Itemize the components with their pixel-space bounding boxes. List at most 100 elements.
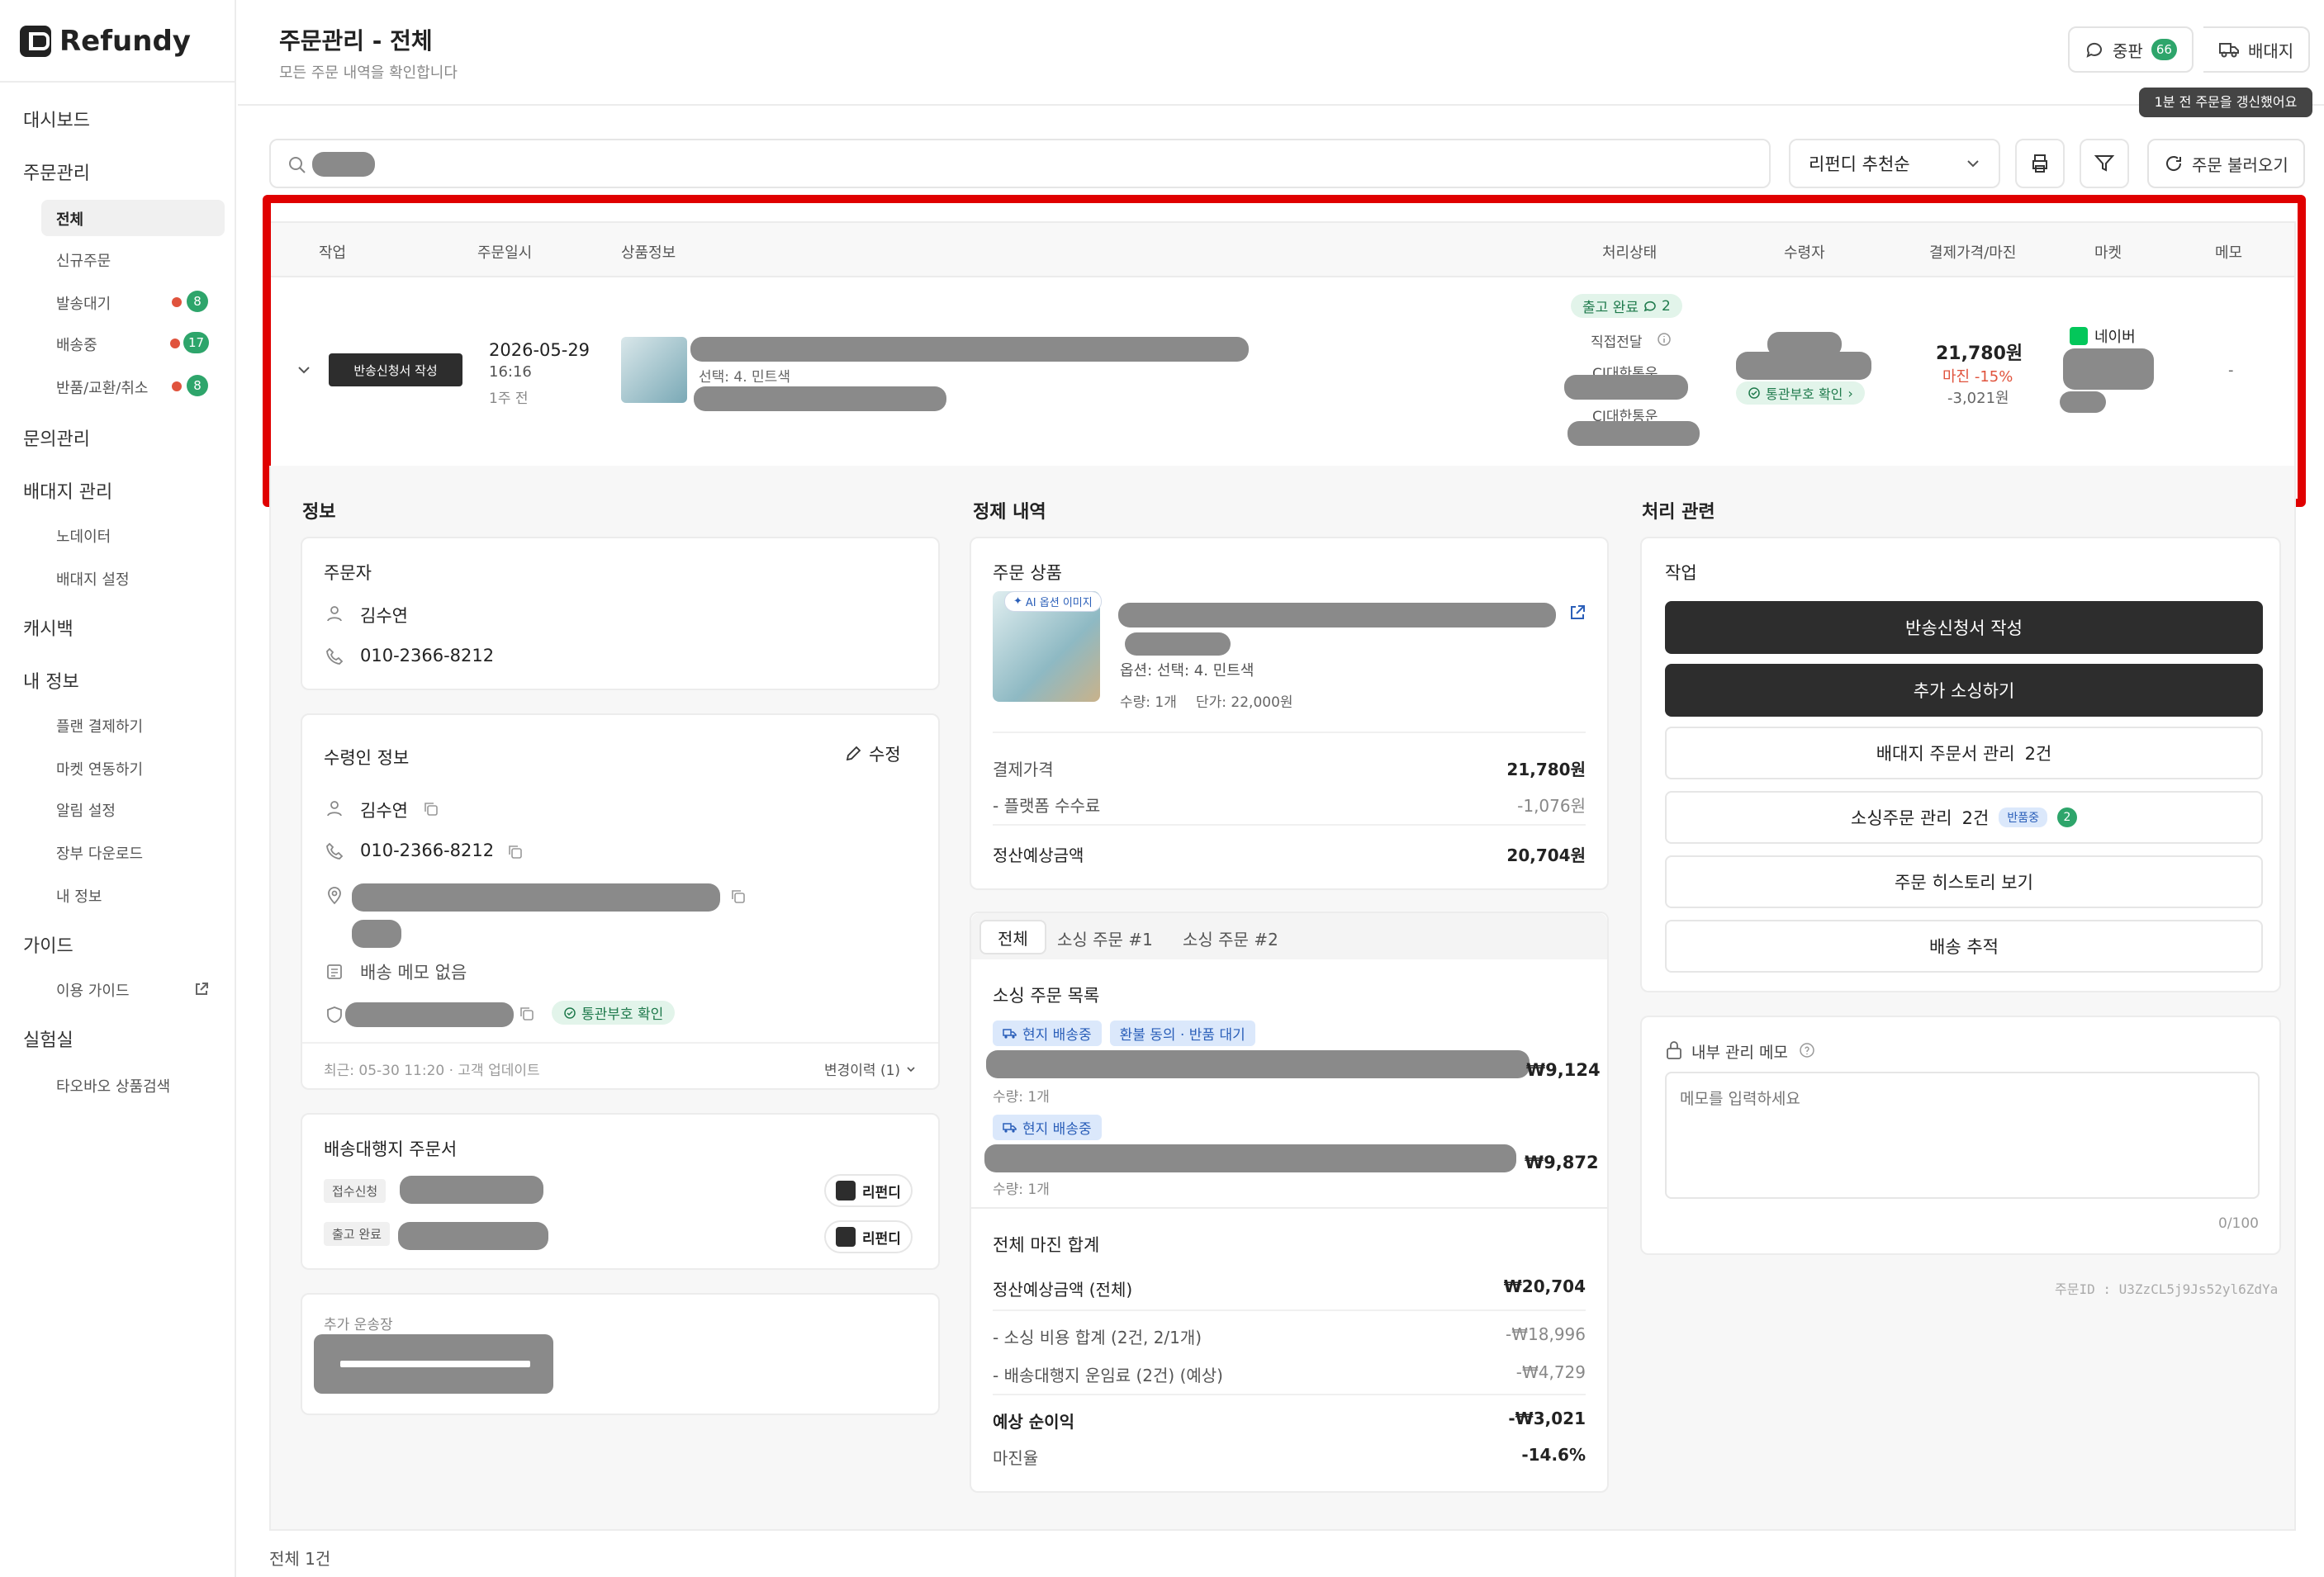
load-orders-button[interactable]: 주문 불러오기 xyxy=(2147,139,2305,188)
refundy-logo-icon xyxy=(20,26,51,57)
forwarder-link-button[interactable]: 리펀디 xyxy=(824,1174,913,1207)
chat-button[interactable]: 중판 66 xyxy=(2068,26,2194,73)
forwarder-manage-label: 배대지 주문서 관리 xyxy=(1876,744,2015,764)
search-input[interactable] xyxy=(269,139,1771,188)
edit-label: 수정 xyxy=(869,745,901,765)
alert-dot xyxy=(172,381,182,391)
shield-icon xyxy=(327,1006,342,1023)
help-icon[interactable] xyxy=(1799,1042,1815,1058)
customs-check-badge[interactable]: 통관부호 확인 xyxy=(552,1001,676,1025)
product-card: 주문 상품 ✦ AI 옵션 이미지 옵션: 선택: 4. 민트색 수량: 1개 단… xyxy=(970,537,1609,890)
sidebar-item-taobao-search[interactable]: 타오바오 상품검색 xyxy=(56,1075,170,1096)
margin-row-value: -₩4,729 xyxy=(1515,1362,1586,1382)
sourcing-manage-button[interactable]: 소싱주문 관리 2건 반품중 2 xyxy=(1665,791,2263,844)
forwarder-orders-title: 배송대행지 주문서 xyxy=(324,1139,458,1159)
memo-counter: 0/100 xyxy=(2218,1215,2259,1232)
sort-select-value: 리펀디 추천순 xyxy=(1809,154,1910,174)
copy-icon[interactable] xyxy=(423,801,439,817)
paid-label: 결제가격 xyxy=(993,760,1054,779)
copy-icon[interactable] xyxy=(519,1006,535,1022)
page-header: 주문관리 - 전체 모든 주문 내역을 확인합니다 중판 66 배대지 xyxy=(238,0,2324,106)
refundy-logo-icon xyxy=(836,1227,856,1247)
section-title-actions: 처리 관련 xyxy=(1642,502,1715,523)
recipient-phone: 010-2366-8212 xyxy=(360,841,495,860)
sidebar-item-dashboard[interactable]: 대시보드 xyxy=(23,106,90,132)
sidebar-item-new-orders[interactable]: 신규주문 xyxy=(56,249,111,271)
tracking-button[interactable]: 배송 추적 xyxy=(1665,920,2263,973)
sidebar-item-inquiries[interactable]: 문의관리 xyxy=(23,424,90,451)
count-badge: 17 xyxy=(183,332,210,353)
edit-recipient-button[interactable]: 수정 xyxy=(844,741,901,766)
forwarder-button[interactable]: 배대지 xyxy=(2203,26,2311,73)
sidebar-item-usage-guide[interactable]: 이용 가이드 xyxy=(56,979,130,1001)
refund-tag: 환불 동의 · 반품 대기 xyxy=(1109,1021,1255,1046)
sidebar-item-forwarder-settings[interactable]: 배대지 설정 xyxy=(56,568,130,590)
sourcing-card: 전체 소싱 주문 #1 소싱 주문 #2 소싱 주문 목록 현지 배송중 환불 … xyxy=(970,912,1609,1493)
tab-sourcing-1[interactable]: 소싱 주문 #1 xyxy=(1057,926,1153,950)
tab-all[interactable]: 전체 xyxy=(979,920,1046,954)
margin-row: - 배송대행지 운임료 (2건) (예상) -₩4,729 xyxy=(993,1362,1586,1386)
sidebar-item-returns[interactable]: 반품/교환/취소 xyxy=(56,376,149,398)
forwarder-link-button[interactable]: 리펀디 xyxy=(824,1220,913,1253)
margin-row: 정산예상금액 (전체) ₩20,704 xyxy=(993,1276,1586,1300)
sidebar-item-nodata[interactable]: 노데이터 xyxy=(56,525,111,547)
sourcing-item-price: ₩9,124 xyxy=(1526,1060,1601,1080)
sidebar-item-profile[interactable]: 내 정보 xyxy=(56,885,102,907)
orderer-title: 주문자 xyxy=(324,563,372,583)
sidebar-item-ledger[interactable]: 장부 다운로드 xyxy=(56,842,143,864)
count-badge: 8 xyxy=(187,291,208,312)
recipient-name: 김수연 xyxy=(360,801,408,821)
external-link-icon[interactable] xyxy=(1568,603,1587,623)
paid-price-row: 결제가격 21,780원 xyxy=(993,756,1586,780)
copy-icon[interactable] xyxy=(507,844,524,860)
chat-label: 중판 xyxy=(2113,40,2143,61)
status-tag: 현지 배송중 xyxy=(993,1115,1102,1140)
product-unit-price: 단가: 22,000원 xyxy=(1196,694,1293,711)
copy-icon[interactable] xyxy=(730,888,747,905)
add-sourcing-button[interactable]: 추가 소싱하기 xyxy=(1665,664,2263,717)
margin-row-value: -₩18,996 xyxy=(1506,1324,1586,1344)
expected-label: 정산예상금액 xyxy=(993,845,1084,865)
sidebar-item-my-info[interactable]: 내 정보 xyxy=(23,667,79,694)
print-button[interactable] xyxy=(2015,139,2065,188)
sidebar-item-forwarder[interactable]: 배대지 관리 xyxy=(23,477,112,504)
sidebar-item-cashback[interactable]: 캐시백 xyxy=(23,614,74,641)
sidebar-item-market-link[interactable]: 마켓 연동하기 xyxy=(56,758,143,779)
sidebar-item-notifications[interactable]: 알림 설정 xyxy=(56,799,116,821)
tab-sourcing-2[interactable]: 소싱 주문 #2 xyxy=(1183,926,1278,950)
external-link-icon xyxy=(196,983,208,995)
return-form-button[interactable]: 반송신청서 작성 xyxy=(1665,601,2263,654)
returning-badge: 반품중 xyxy=(1999,807,2047,827)
sidebar-item-awaiting-shipment[interactable]: 발송대기 xyxy=(56,292,111,314)
sidebar-item-orders[interactable]: 주문관리 xyxy=(23,159,90,185)
sort-select[interactable]: 리펀디 추천순 xyxy=(1789,139,2000,188)
sourcing-item-qty: 수량: 1개 xyxy=(993,1182,1050,1198)
margin-row-value: -14.6% xyxy=(1521,1445,1586,1465)
truck-icon xyxy=(1003,1028,1017,1039)
filter-icon xyxy=(2094,155,2115,172)
section-title-info: 정보 xyxy=(302,502,336,523)
brand-logo[interactable]: Refundy xyxy=(20,25,191,58)
sidebar-item-guide[interactable]: 가이드 xyxy=(23,931,74,958)
margin-rate-row: 마진율 -14.6% xyxy=(993,1445,1586,1469)
status-tag-label: 현지 배송중 xyxy=(1022,1027,1092,1044)
count-badge: 8 xyxy=(187,375,208,396)
refundy-logo-icon xyxy=(836,1181,856,1201)
sidebar: Refundy 대시보드 주문관리 전체 신규주문 발송대기 8 배송중 17 … xyxy=(0,0,236,1577)
sidebar-item-plan[interactable]: 플랜 결제하기 xyxy=(56,715,143,736)
change-history-toggle[interactable]: 변경이력 (1) xyxy=(824,1058,917,1079)
refresh-icon xyxy=(2166,156,2182,171)
sidebar-item-lab[interactable]: 실험실 xyxy=(23,1025,74,1052)
memo-textarea[interactable] xyxy=(1665,1072,2260,1199)
sidebar-item-in-transit[interactable]: 배송중 xyxy=(56,334,97,355)
sourcing-manage-count: 2건 xyxy=(1961,808,1990,828)
margin-row-label: - 소싱 비용 합계 (2건, 2/1개) xyxy=(993,1328,1202,1347)
forwarder-manage-button[interactable]: 배대지 주문서 관리 2건 xyxy=(1665,727,2263,779)
extra-invoice-title: 추가 운송장 xyxy=(324,1317,393,1333)
sidebar-item-all[interactable]: 전체 xyxy=(56,208,83,230)
order-history-button[interactable]: 주문 히스토리 보기 xyxy=(1665,855,2263,908)
filter-button[interactable] xyxy=(2080,139,2129,188)
status-tag: 현지 배송중 xyxy=(993,1021,1102,1046)
section-title-settlement: 정제 내역 xyxy=(973,502,1046,523)
ai-option-badge: ✦ AI 옵션 이미지 xyxy=(1004,591,1102,612)
